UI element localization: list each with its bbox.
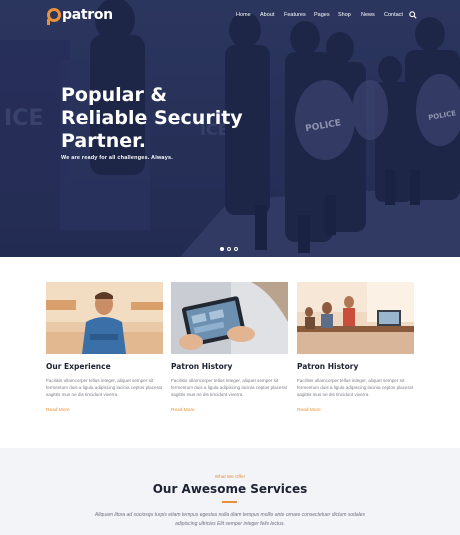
title-divider xyxy=(222,501,237,503)
services-title: Our Awesome Services xyxy=(152,482,308,496)
card-image-tablet[interactable] xyxy=(171,282,288,354)
card-text: Facilisis ullamcorper tellus integer, al… xyxy=(171,378,287,397)
hero-title-line-3: Partner. xyxy=(61,130,146,152)
hero-subtitle: We are ready for all challenges. Always. xyxy=(61,155,173,161)
card-title: Our Experience xyxy=(46,362,111,371)
card-title: Patron History xyxy=(297,362,359,371)
card-title: Patron History xyxy=(171,362,233,371)
services-eyebrow: What We Offer xyxy=(214,474,246,479)
nav-item-features[interactable]: Features xyxy=(284,12,306,18)
read-more-link[interactable]: Read More xyxy=(297,408,321,413)
services-description: Aliquam litora ad sociosqu turpis etiam … xyxy=(94,512,366,527)
slider-dot-2[interactable] xyxy=(227,247,231,251)
nav-item-news[interactable]: News xyxy=(361,12,375,18)
slider-dot-3[interactable] xyxy=(234,247,238,251)
read-more-link[interactable]: Read More xyxy=(46,408,70,413)
main-navigation: patron Home About Features Pages Shop Ne… xyxy=(0,0,460,32)
nav-item-contact[interactable]: Contact xyxy=(384,12,403,18)
nav-item-pages[interactable]: Pages xyxy=(314,12,330,18)
hero-title-line-2: Reliable Security xyxy=(61,107,243,129)
hero-title: Popular & Reliable Security Partner. xyxy=(61,84,261,153)
nav-item-about[interactable]: About xyxy=(260,12,274,18)
feature-card-history-2: Patron History Facilisis ullamcorper tel… xyxy=(297,282,414,416)
card-image-office[interactable] xyxy=(297,282,414,354)
hero-title-line-1: Popular & xyxy=(61,84,167,106)
feature-card-experience: Our Experience Facilisis ullamcorper tel… xyxy=(46,282,163,416)
logo-mark-icon xyxy=(47,8,61,25)
feature-card-history-1: Patron History Facilisis ullamcorper tel… xyxy=(171,282,288,416)
search-icon[interactable] xyxy=(409,11,417,19)
card-image-man[interactable] xyxy=(46,282,163,354)
slider-dot-1[interactable] xyxy=(220,247,224,251)
logo-text: patron xyxy=(62,7,113,23)
services-section: What We Offer Our Awesome Services Aliqu… xyxy=(0,448,460,535)
logo[interactable]: patron xyxy=(47,7,113,25)
feature-cards-section: Our Experience Facilisis ullamcorper tel… xyxy=(0,257,460,448)
card-text: Facilisis ullamcorper tellus integer, al… xyxy=(46,378,162,397)
read-more-link[interactable]: Read More xyxy=(171,408,195,413)
nav-item-home[interactable]: Home xyxy=(236,12,251,18)
card-text: Facilisis ullamcorper tellus integer, al… xyxy=(297,378,413,397)
slider-pagination xyxy=(220,247,238,251)
nav-item-shop[interactable]: Shop xyxy=(338,12,351,18)
hero-banner: ICE ICE POLICE POLICE patron Home About … xyxy=(0,0,460,257)
